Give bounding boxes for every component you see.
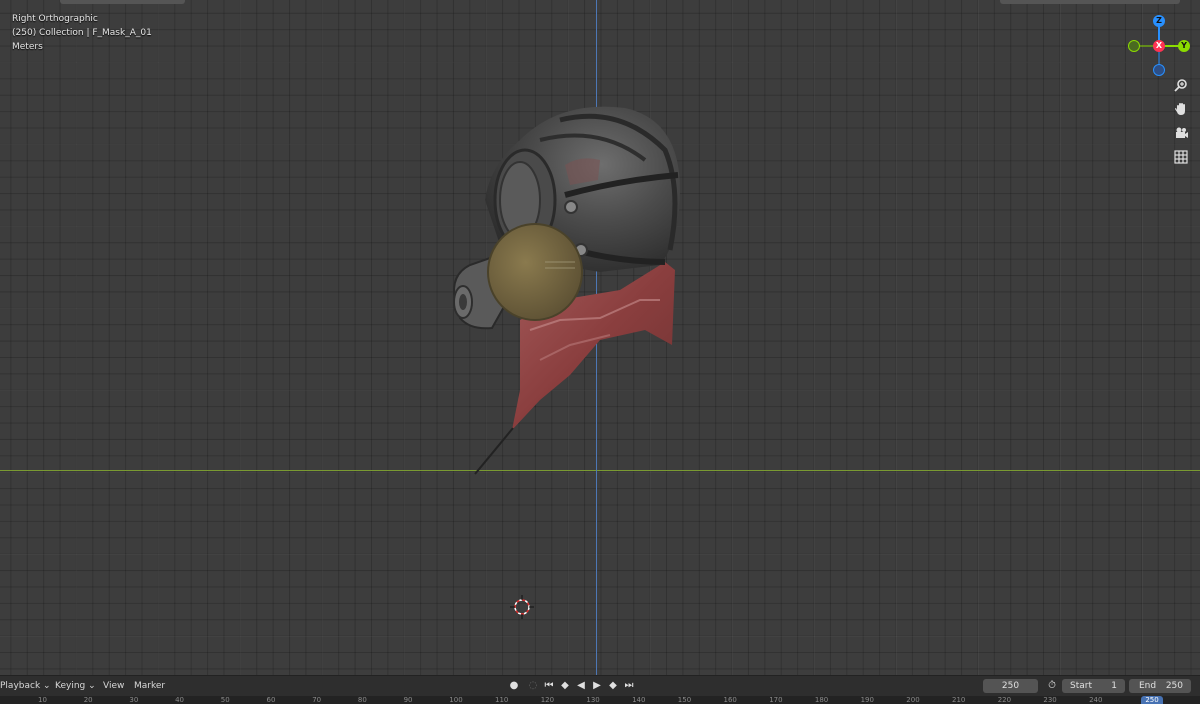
start-label: Start xyxy=(1070,681,1092,691)
ruler-tick: 40 xyxy=(175,696,185,704)
play-reverse-icon[interactable]: ◀ xyxy=(574,679,588,693)
start-frame-field[interactable]: Start 1 xyxy=(1062,679,1125,693)
stopwatch-icon[interactable]: ⏱ xyxy=(1045,679,1059,693)
ruler-tick: 20 xyxy=(83,696,93,704)
ruler-tick: 120 xyxy=(540,696,555,704)
camera-icon[interactable] xyxy=(1171,126,1191,146)
ruler-tick: 100 xyxy=(449,696,463,704)
ruler-tick: 140 xyxy=(632,696,646,704)
ruler-tick: 180 xyxy=(814,696,829,704)
ruler-tick: 160 xyxy=(723,696,737,704)
prev-keyframe-icon[interactable]: ◆ xyxy=(558,679,572,693)
timeline-header: Playback ⌄ Keying ⌄ View Marker ● ◌ ⏮ ◆ … xyxy=(0,675,1200,696)
next-keyframe-icon[interactable]: ◆ xyxy=(606,679,620,693)
ruler-tick: 110 xyxy=(495,696,509,704)
ruler-tick: 10 xyxy=(38,696,47,704)
ruler-tick: 130 xyxy=(586,696,600,704)
ruler-tick: 70 xyxy=(312,696,322,704)
current-frame-field[interactable]: 250 xyxy=(983,679,1038,693)
gizmo-y-icon[interactable]: Y xyxy=(1178,40,1190,52)
chevron-down-icon: ⌄ xyxy=(43,681,51,691)
ruler-tick: 80 xyxy=(357,696,367,704)
marker-menu[interactable]: Marker xyxy=(134,676,165,696)
ruler-tick: 150 xyxy=(677,696,692,704)
ruler-tick: 190 xyxy=(860,696,874,704)
gizmo-z-icon[interactable]: Z xyxy=(1153,15,1165,27)
play-icon[interactable]: ▶ xyxy=(590,679,604,693)
gizmo-x-icon[interactable]: X xyxy=(1153,40,1165,52)
ruler-tick: 200 xyxy=(906,696,920,704)
zoom-icon[interactable] xyxy=(1171,78,1191,98)
3d-cursor-icon[interactable] xyxy=(510,595,534,619)
end-frame-field[interactable]: End 250 xyxy=(1129,679,1191,693)
end-label: End xyxy=(1139,681,1157,691)
gas-mask-model[interactable] xyxy=(0,0,1200,675)
current-frame-indicator[interactable]: 250 xyxy=(1141,696,1163,704)
ruler-tick: 60 xyxy=(266,696,276,704)
ruler-tick: 90 xyxy=(403,696,413,704)
gizmo-neg-z-icon[interactable] xyxy=(1153,64,1165,76)
pan-hand-icon[interactable] xyxy=(1171,102,1191,122)
ruler-tick: 170 xyxy=(769,696,783,704)
jump-end-icon[interactable]: ⏭ xyxy=(622,679,636,693)
start-value: 1 xyxy=(1111,681,1117,691)
grid-icon[interactable] xyxy=(1171,150,1191,170)
chevron-down-icon: ⌄ xyxy=(88,681,96,691)
end-value: 250 xyxy=(1165,681,1183,691)
ruler-tick: 30 xyxy=(129,696,139,704)
ruler-tick: 240 xyxy=(1089,696,1103,704)
auto-keying-icon[interactable]: ◌ xyxy=(526,679,540,693)
keying-menu[interactable]: Keying ⌄ xyxy=(55,676,96,696)
jump-start-icon[interactable]: ⏮ xyxy=(542,679,556,693)
view-menu[interactable]: View xyxy=(103,676,124,696)
playback-menu[interactable]: Playback ⌄ xyxy=(0,676,51,696)
ruler-tick: 210 xyxy=(952,696,966,704)
3d-viewport[interactable]: Right Orthographic (250) Collection | F_… xyxy=(0,0,1200,675)
gizmo-neg-y-icon[interactable] xyxy=(1128,40,1140,52)
record-icon[interactable]: ● xyxy=(507,679,521,693)
timeline-ruler[interactable]: 10 20 30 40 50 60 70 80 90 100 110 120 130 140 150 160 1… xyxy=(0,696,1200,704)
ruler-tick: 230 xyxy=(1043,696,1057,704)
ruler-tick: 50 xyxy=(220,696,230,704)
ruler-tick: 220 xyxy=(997,696,1012,704)
